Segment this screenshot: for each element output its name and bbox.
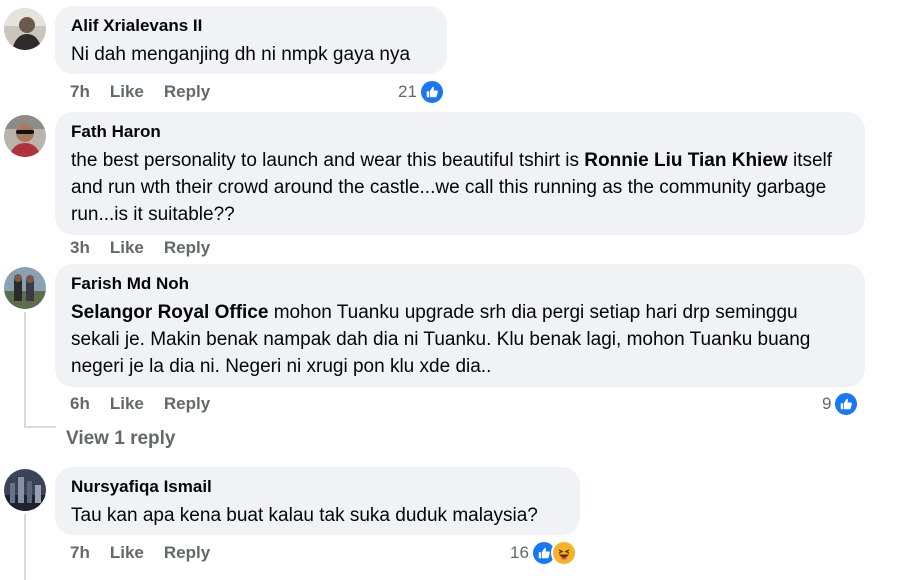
comment-actions: 7h Like Reply (70, 543, 210, 563)
comment-text-part: the best personality to launch and wear … (71, 150, 585, 171)
comment-time[interactable]: 7h (70, 82, 90, 102)
thread-line (24, 426, 56, 428)
thread-line (24, 312, 26, 428)
reply-button[interactable]: Reply (164, 543, 210, 563)
like-reaction-icon (833, 391, 860, 417)
comment-bubble: Farish Md Noh Selangor Royal Office moho… (55, 264, 865, 387)
thread-line (24, 514, 26, 580)
comment-bubble: Fath Haron the best personality to launc… (55, 112, 865, 235)
like-button[interactable]: Like (110, 82, 144, 102)
comment-text: Selangor Royal Office mohon Tuanku upgra… (71, 299, 849, 380)
avatar[interactable] (4, 469, 46, 511)
comment-bubble: Nursyafiqa Ismail Tau kan apa kena buat … (55, 467, 580, 535)
like-reaction-icon (418, 79, 445, 105)
comment-text: Ni dah menganjing dh ni nmpk gaya nya (71, 44, 411, 65)
comment-time[interactable]: 7h (70, 543, 90, 563)
comment-text: Tau kan apa kena buat kalau tak suka dud… (71, 505, 538, 526)
comment-actions: 3h Like Reply (70, 238, 210, 258)
reaction-summary[interactable]: 9 (822, 391, 860, 417)
reaction-count: 21 (398, 82, 417, 101)
comment-time[interactable]: 6h (70, 394, 90, 414)
avatar[interactable] (4, 8, 46, 50)
avatar[interactable] (4, 115, 46, 157)
view-replies-link[interactable]: View 1 reply (66, 428, 176, 450)
comment-author[interactable]: Nursyafiqa Ismail (71, 477, 564, 497)
comment-author[interactable]: Farish Md Noh (71, 274, 849, 294)
comment-actions: 6h Like Reply (70, 394, 210, 414)
comment-author[interactable]: Alif Xrialevans II (71, 16, 431, 36)
reaction-summary[interactable]: 16 (510, 540, 577, 566)
comment-bubble: Alif Xrialevans II Ni dah menganjing dh … (55, 6, 447, 74)
reply-button[interactable]: Reply (164, 394, 210, 414)
mention-link[interactable]: Selangor Royal Office (71, 302, 268, 323)
reply-button[interactable]: Reply (164, 238, 210, 258)
like-button[interactable]: Like (110, 238, 144, 258)
comment-author[interactable]: Fath Haron (71, 122, 849, 142)
haha-reaction-icon (550, 540, 577, 566)
mention-link[interactable]: Ronnie Liu Tian Khiew (584, 150, 787, 171)
comment-text: the best personality to launch and wear … (71, 147, 849, 228)
like-button[interactable]: Like (110, 543, 144, 563)
reaction-count: 9 (822, 394, 832, 413)
reaction-summary[interactable]: 21 (398, 79, 445, 105)
comment-time[interactable]: 3h (70, 238, 90, 258)
like-button[interactable]: Like (110, 394, 144, 414)
reaction-count: 16 (510, 543, 529, 562)
reply-button[interactable]: Reply (164, 82, 210, 102)
comment-actions: 7h Like Reply (70, 82, 210, 102)
avatar[interactable] (4, 267, 46, 309)
